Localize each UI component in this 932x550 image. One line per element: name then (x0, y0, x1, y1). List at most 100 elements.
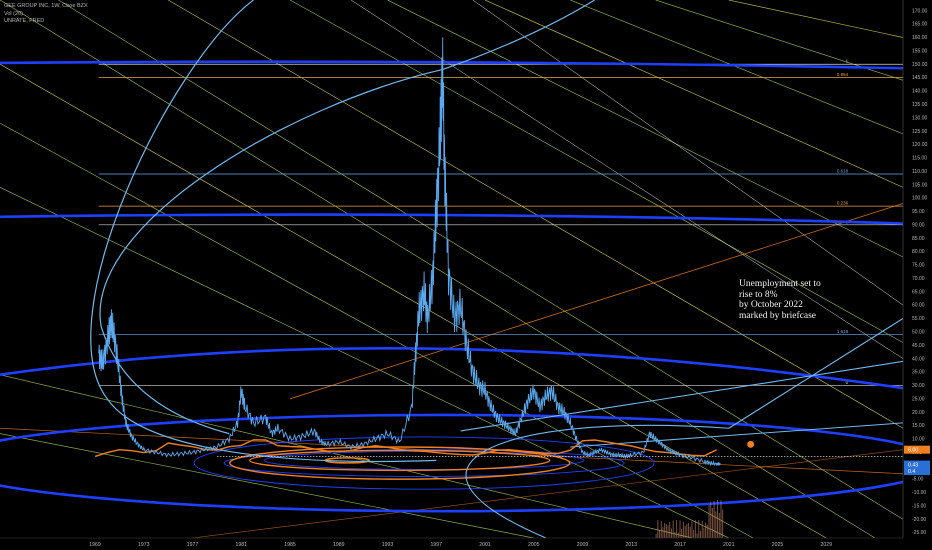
volume-bar (670, 528, 672, 538)
price-badge-label: 6.00 (908, 448, 918, 454)
ellipse-inner (193, 436, 655, 490)
volume-bar (713, 500, 715, 538)
time-tick-label: 1993 (382, 542, 394, 548)
plot-area: 10.8540.6180.23601.6180 (0, 0, 903, 538)
volume-bar (706, 524, 708, 538)
price-tick-label: 120.00 (912, 142, 928, 148)
volume-bar (684, 525, 686, 538)
volume-bar (664, 522, 666, 538)
price-tick-label: 65.00 (912, 289, 925, 295)
volume-bar (691, 521, 693, 538)
price-tick-label: 145.00 (912, 75, 928, 81)
ellipse-mid-arc (0, 213, 903, 225)
price-tick-label: 100.00 (912, 196, 928, 202)
price-tick-label: -25.00 (912, 530, 926, 536)
time-tick-label: 2013 (625, 542, 637, 548)
price-tick-label: 30.00 (912, 383, 925, 389)
fib-level-label: 1.618 (837, 329, 849, 334)
fan-line (0, 0, 876, 538)
legend-series-line[interactable]: UNRATE, FRED (4, 18, 88, 26)
volume-bar (676, 520, 678, 538)
volume-bar (665, 524, 667, 538)
time-axis: 1969 1973 1977 1981 1985 1989 1993 1997 2001 2005… (0, 537, 903, 548)
volume-bar (717, 500, 719, 538)
chart-window: 1 0.854 0.618 0.236 0 1.618 0 170.00 165.00 160.0… (0, 0, 932, 550)
price-tick-label: 155.00 (912, 48, 928, 54)
fib-level-label: 1 (846, 59, 849, 64)
price-tick-label: 165.00 (912, 22, 928, 28)
annotation-line-1: Unemployment set to (739, 279, 821, 289)
price-tick-label: 45.00 (912, 343, 925, 349)
annotation-line-2: rise to 8% (739, 289, 778, 300)
price-tick-label: 160.00 (912, 35, 928, 41)
time-tick-label: 1981 (236, 542, 248, 548)
price-tick-label: 95.00 (912, 209, 925, 215)
price-tick-label: 20.00 (912, 410, 925, 416)
volume-bar (705, 522, 707, 538)
price-tick-label: -20.00 (912, 517, 926, 523)
legend-symbol-line[interactable]: GEE GROUP INC, 1W, Cboe BZX (4, 3, 88, 11)
time-tick-label: 2029 (820, 542, 832, 548)
price-tick-label: 150.00 (912, 62, 928, 68)
fan-line (484, 0, 903, 188)
arc-drawings (90, 0, 903, 538)
fan-lines (0, 0, 903, 538)
volume-bar (703, 527, 705, 538)
volume-bar (715, 511, 717, 538)
volume-bar (698, 520, 700, 538)
price-tick-label: 10.00 (912, 437, 925, 443)
fan-line-white (472, 0, 903, 306)
volume-bar (689, 526, 691, 538)
volume-bar (674, 531, 676, 538)
chart-legend: GEE GROUP INC, 1W, Cboe BZX Vol (20) UNR… (4, 3, 88, 26)
fib-level-label: 0.854 (837, 72, 849, 77)
price-tick-label: -10.00 (912, 490, 926, 496)
price-tick-label: 70.00 (912, 276, 925, 282)
price-tick-label: 25.00 (912, 396, 925, 402)
price-axis: 170.00 165.00 160.00 155.00 150.00 145.00 140.… (902, 0, 930, 538)
legend-volume-line[interactable]: Vol (20) (4, 11, 88, 19)
curved-arc (99, 69, 443, 435)
price-tick-label: 135.00 (912, 102, 928, 108)
price-badge-label: 0.4 (908, 469, 915, 475)
volume-bar (659, 530, 661, 538)
time-tick-label: 1969 (89, 542, 101, 548)
price-tick-label: 60.00 (912, 303, 925, 309)
time-tick-label: 1989 (333, 542, 345, 548)
price-tick-label: 125.00 (912, 129, 928, 135)
chart-annotation-text[interactable]: Unemployment set to rise to 8% by Octobe… (739, 279, 821, 321)
volume-bar (681, 528, 683, 538)
price-tick-label: 90.00 (912, 222, 925, 228)
time-tick-label: 2001 (479, 542, 491, 548)
volume-bar (722, 509, 724, 538)
price-tick-label: 50.00 (912, 330, 925, 336)
price-tick-label: 105.00 (912, 182, 928, 188)
volume-bar (718, 513, 720, 538)
volume-bar (662, 527, 664, 538)
price-tick-label: 140.00 (912, 89, 928, 95)
volume-bar (708, 504, 710, 538)
chart-canvas[interactable]: 10.8540.6180.23601.6180170.00165.00160.0… (0, 0, 932, 550)
time-tick-label: 1985 (284, 542, 296, 548)
price-tick-label: 15.00 (912, 423, 925, 429)
volume-bar (669, 521, 671, 538)
time-tick-label: 1977 (187, 542, 199, 548)
price-tick-label: 75.00 (912, 263, 925, 269)
time-tick-label: 1973 (138, 542, 150, 548)
volume-bar (701, 520, 703, 538)
annotation-line-4: marked by briefcase (739, 310, 817, 321)
price-tick-label: 130.00 (912, 115, 928, 121)
orange-ray (192, 449, 903, 538)
price-tick-label: 110.00 (912, 169, 927, 175)
price-line (98, 37, 721, 467)
time-tick-label: 1997 (430, 542, 442, 548)
price-tick-label: -5.00 (912, 477, 924, 483)
volume-bar (657, 520, 659, 538)
orange-ellipse (249, 449, 551, 472)
volume-bar (672, 520, 674, 538)
volume-bar (660, 521, 662, 538)
annotation-line-3: by October 2022 (739, 300, 803, 310)
time-tick-label: 2017 (674, 542, 686, 548)
price-tick-label: -15.00 (912, 503, 926, 509)
spiral-arc (90, 0, 437, 463)
